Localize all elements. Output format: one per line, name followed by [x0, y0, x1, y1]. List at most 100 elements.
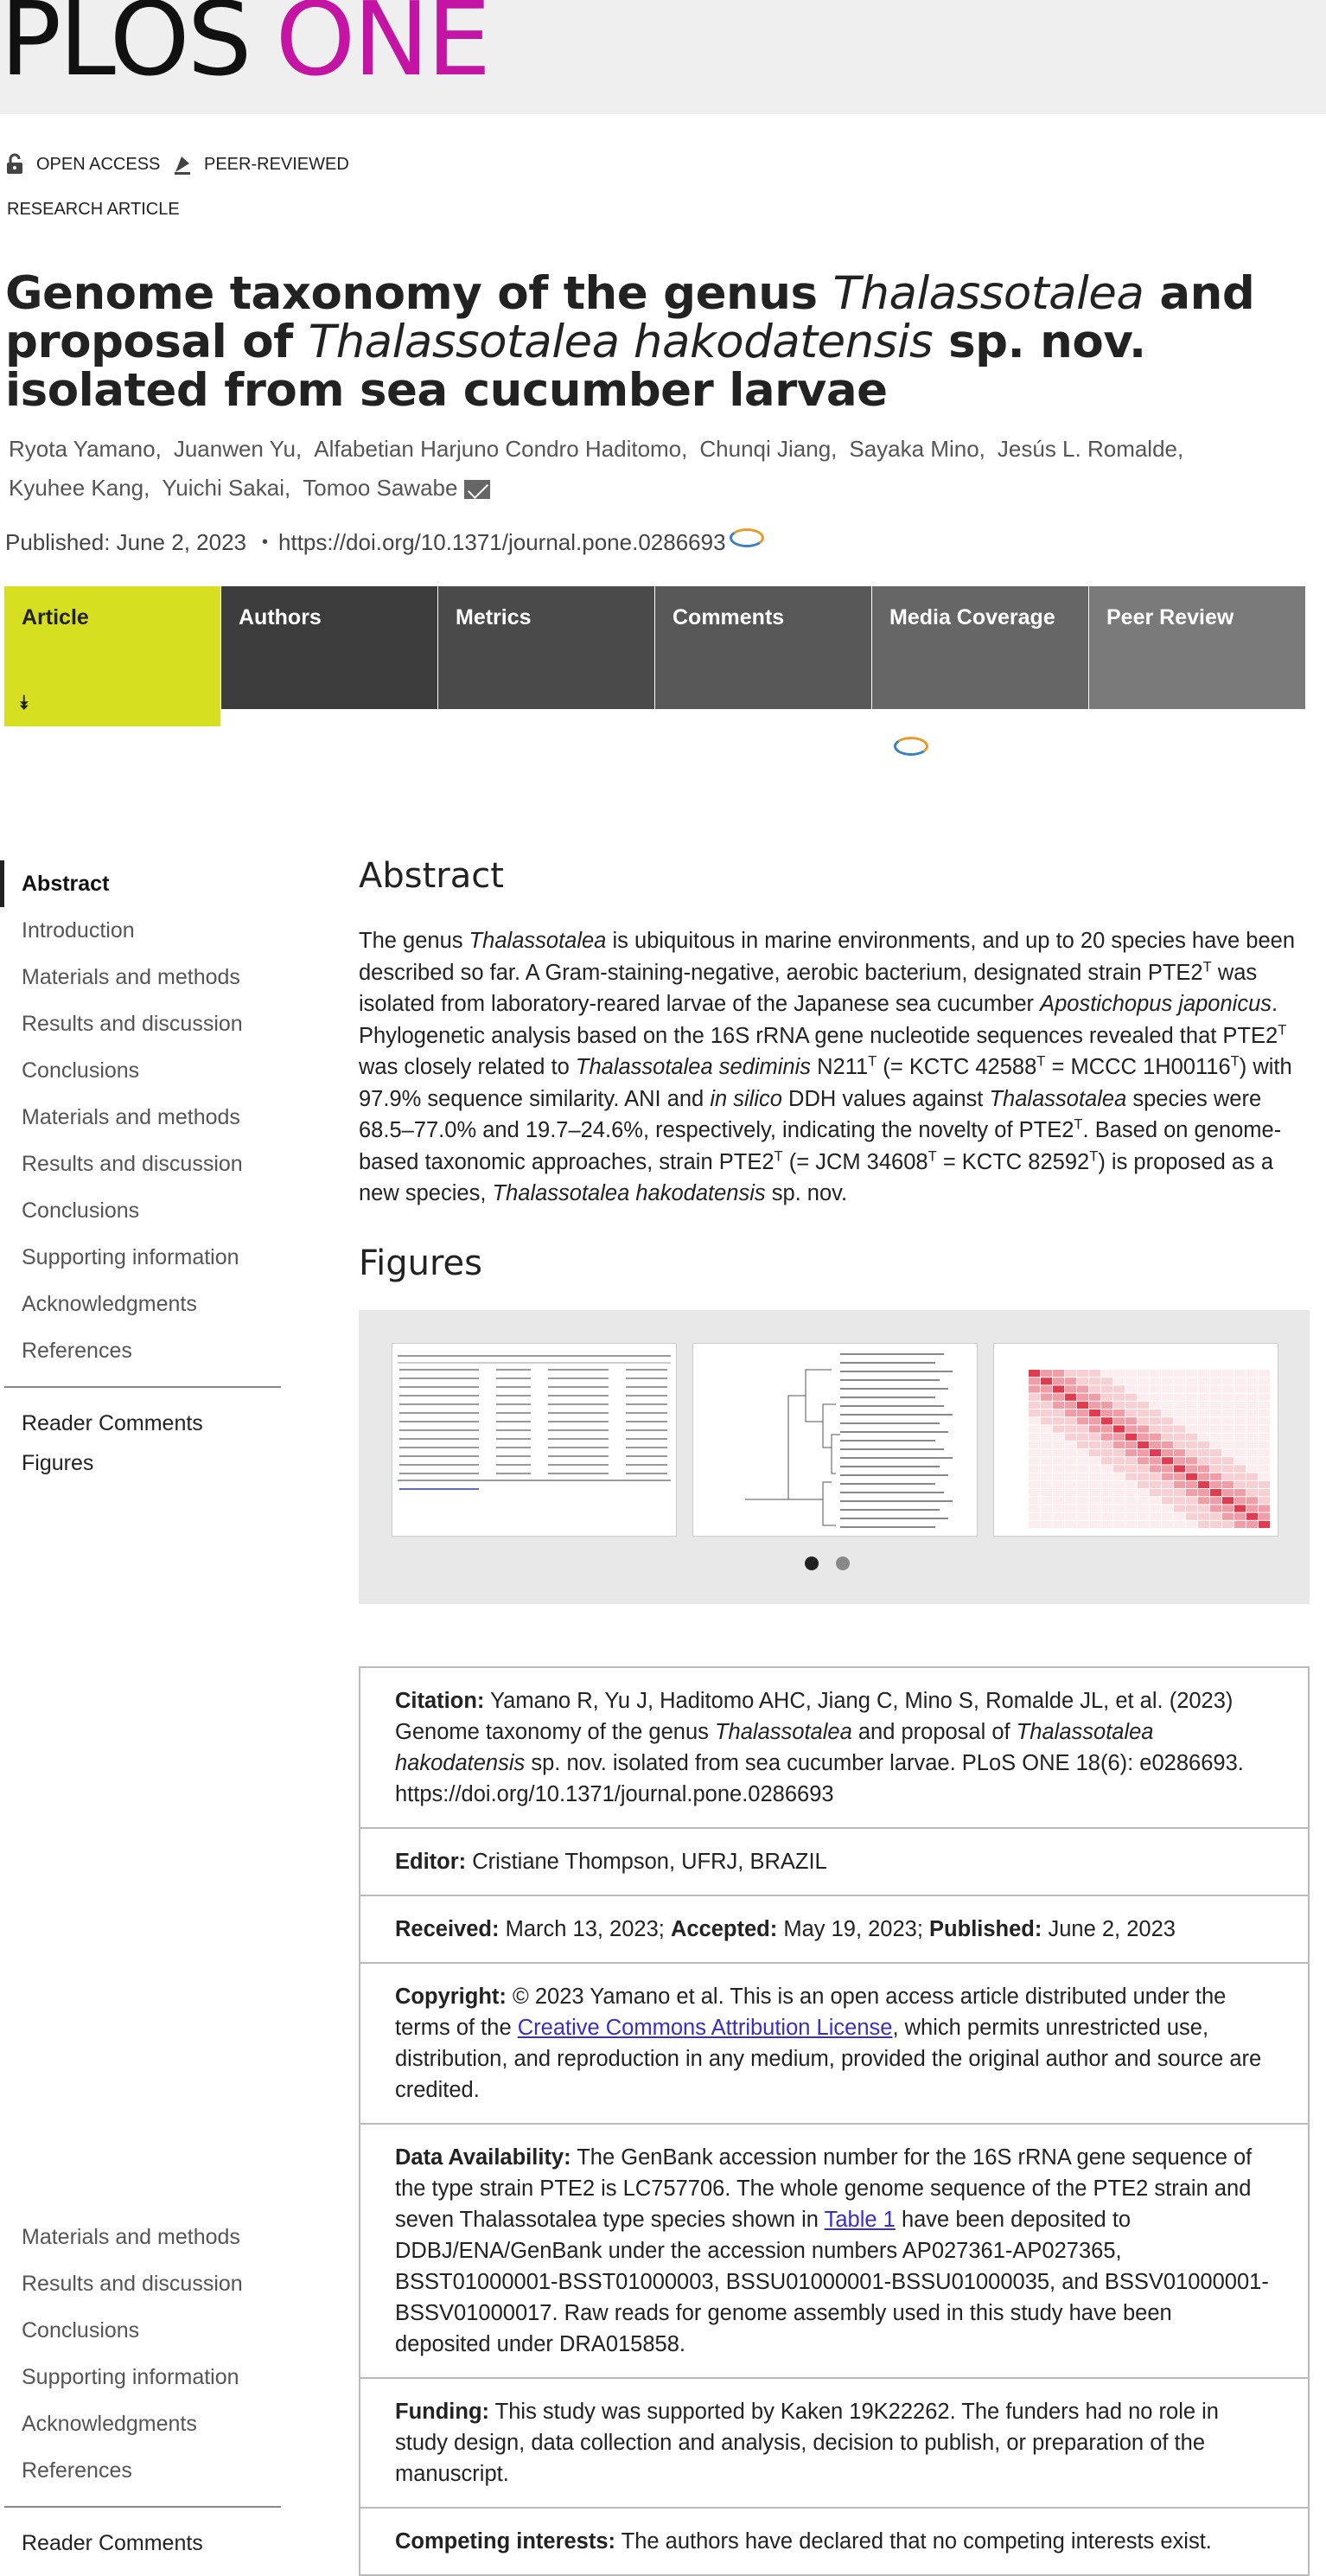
tab-article[interactable]: Article ⯯	[4, 586, 220, 726]
funding-label: Funding:	[395, 2400, 490, 2424]
tab-label: Metrics	[456, 605, 532, 630]
author-link[interactable]: Yuichi Sakai,	[162, 475, 290, 501]
toc-acknowledgments[interactable]: Acknowledgments	[0, 2400, 285, 2447]
tab-comments[interactable]: Comments	[655, 586, 871, 709]
plos-one-logo[interactable]: PLOS ONE	[0, 0, 491, 90]
author-link[interactable]: Chunqi Jiang,	[699, 436, 837, 462]
abstract-text: The genus Thalassotalea is ubiquitous in…	[359, 929, 1296, 1205]
accepted-label: Accepted:	[670, 1917, 778, 1941]
figure-thumbnail[interactable]	[993, 1343, 1278, 1537]
reader-comments-link[interactable]: Reader Comments	[0, 1403, 285, 1443]
carousel-dot[interactable]	[836, 1556, 850, 1570]
open-access-label: OPEN ACCESS	[36, 154, 161, 174]
data-availability-label: Data Availability:	[395, 2145, 571, 2170]
carousel-pagination	[805, 1556, 850, 1570]
article-metadata: Citation: Yamano R, Yu J, Haditomo AHC, …	[359, 1666, 1310, 2576]
table-1-link[interactable]: Table 1	[825, 2208, 896, 2232]
received-label: Received:	[395, 1917, 500, 1941]
figures-heading: Figures	[359, 1243, 482, 1283]
published-value: June 2, 2023	[1048, 1917, 1176, 1941]
tab-label: Authors	[239, 605, 322, 630]
toc-conclusions[interactable]: Conclusions	[0, 2307, 285, 2354]
figures-link[interactable]: Figures	[0, 1443, 285, 1483]
received-value: March 13, 2023;	[505, 1917, 665, 1941]
toc-supporting-info[interactable]: Supporting information	[0, 1234, 285, 1281]
toc-acknowledgments[interactable]: Acknowledgments	[0, 1281, 285, 1327]
toc-references[interactable]: References	[0, 1327, 285, 1374]
article-title: Genome taxonomy of the genus Thalassotal…	[5, 267, 1255, 417]
carousel-dot[interactable]	[805, 1556, 819, 1570]
published-date: Published: June 2, 2023	[5, 529, 246, 555]
author-link[interactable]: Ryota Yamano,	[9, 436, 162, 462]
figure-thumbnail[interactable]	[392, 1343, 677, 1537]
phylogenetic-tree-thumbnail	[745, 1353, 953, 1528]
toc-results[interactable]: Results and discussion	[0, 1000, 285, 1047]
tab-label: Comments	[673, 605, 785, 630]
tab-label: Peer Review	[1106, 605, 1234, 630]
article-type: RESEARCH ARTICLE	[7, 200, 180, 219]
toc-materials[interactable]: Materials and methods	[0, 1094, 285, 1141]
tab-peer-review[interactable]: Peer Review	[1089, 586, 1305, 709]
citation-label: Citation:	[395, 1689, 485, 1713]
tab-metrics[interactable]: Metrics	[438, 586, 654, 709]
dates: Received: March 13, 2023; Accepted: May …	[360, 1896, 1308, 1964]
author-link[interactable]: Kyuhee Kang,	[9, 475, 150, 501]
divider	[4, 1386, 281, 1388]
toc-references[interactable]: References	[0, 2447, 285, 2494]
figure-carousel	[359, 1310, 1310, 1604]
toc-introduction[interactable]: Introduction	[0, 907, 285, 954]
altmetric-icon[interactable]	[729, 527, 764, 547]
author-link[interactable]: Tomoo Sawabe	[303, 475, 457, 501]
author-list: Ryota Yamano, Juanwen Yu, Alfabetian Harju…	[9, 430, 1262, 508]
bullet: •	[262, 533, 269, 552]
toc-materials[interactable]: Materials and methods	[0, 954, 285, 1000]
funding: Funding: This study was supported by Kak…	[360, 2379, 1308, 2509]
copyright: Copyright: © 2023 Yamano et al. This is …	[360, 1964, 1308, 2125]
email-icon[interactable]	[464, 480, 491, 500]
tab-label: Media Coverage	[889, 605, 1055, 630]
tab-label: Article	[22, 605, 89, 630]
divider	[4, 2506, 281, 2508]
competing-label: Competing interests:	[395, 2529, 616, 2554]
toc-materials[interactable]: Materials and methods	[0, 2214, 285, 2260]
toc-conclusions[interactable]: Conclusions	[0, 1047, 285, 1094]
heatmap-thumbnail	[1029, 1370, 1270, 1528]
reader-comments-link[interactable]: Reader Comments	[0, 2523, 285, 2563]
toc-conclusions[interactable]: Conclusions	[0, 1187, 285, 1234]
publication-info: Published: June 2, 2023 • https://doi.or…	[5, 527, 764, 556]
masthead: PLOS ONE	[0, 0, 1326, 114]
toc-supporting-info[interactable]: Supporting information	[0, 2354, 285, 2400]
competing-value: The authors have declared that no compet…	[621, 2529, 1212, 2554]
section-nav: Abstract Introduction Materials and meth…	[0, 860, 285, 1483]
open-access-flag[interactable]: OPEN ACCESS	[5, 153, 160, 176]
author-link[interactable]: Sayaka Mino,	[849, 436, 985, 462]
toc-results[interactable]: Results and discussion	[0, 2260, 285, 2307]
figure-thumbnail[interactable]	[692, 1343, 978, 1537]
tab-media-coverage[interactable]: Media Coverage	[872, 586, 1088, 709]
table-thumbnail	[398, 1355, 671, 1490]
article-tabs: Article ⯯ Authors Metrics Comments Media …	[4, 586, 1306, 726]
toc-results[interactable]: Results and discussion	[0, 1141, 285, 1187]
data-availability: Data Availability: The GenBank accession…	[360, 2125, 1308, 2379]
altmetric-icon[interactable]	[894, 737, 928, 756]
peer-reviewed-flag[interactable]: PEER-REVIEWED	[173, 153, 349, 176]
editor: Editor: Cristiane Thompson, UFRJ, BRAZIL	[360, 1829, 1308, 1896]
abstract-heading: Abstract	[359, 856, 504, 896]
section-nav: Materials and methods Results and discus…	[0, 2214, 285, 2563]
accepted-value: May 19, 2023;	[783, 1917, 923, 1941]
funding-value: This study was supported by Kaken 19K222…	[395, 2400, 1219, 2486]
author-link[interactable]: Jesús L. Romalde,	[998, 436, 1183, 462]
author-link[interactable]: Juanwen Yu,	[174, 436, 302, 462]
published-label: Published:	[929, 1917, 1042, 1941]
author-link[interactable]: Alfabetian Harjuno Condro Haditomo,	[314, 436, 687, 462]
copyright-label: Copyright:	[395, 1985, 507, 2009]
editor-value: Cristiane Thompson, UFRJ, BRAZIL	[472, 1850, 827, 1874]
peer-review-icon	[175, 157, 190, 175]
unlock-icon	[7, 153, 22, 174]
citation: Citation: Yamano R, Yu J, Haditomo AHC, …	[360, 1668, 1308, 1829]
toc-abstract[interactable]: Abstract	[0, 860, 285, 907]
doi-link[interactable]: https://doi.org/10.1371/journal.pone.028…	[278, 529, 726, 556]
license-link[interactable]: Creative Commons Attribution License	[518, 2016, 893, 2040]
tab-authors[interactable]: Authors	[221, 586, 437, 709]
editor-label: Editor:	[395, 1850, 467, 1874]
